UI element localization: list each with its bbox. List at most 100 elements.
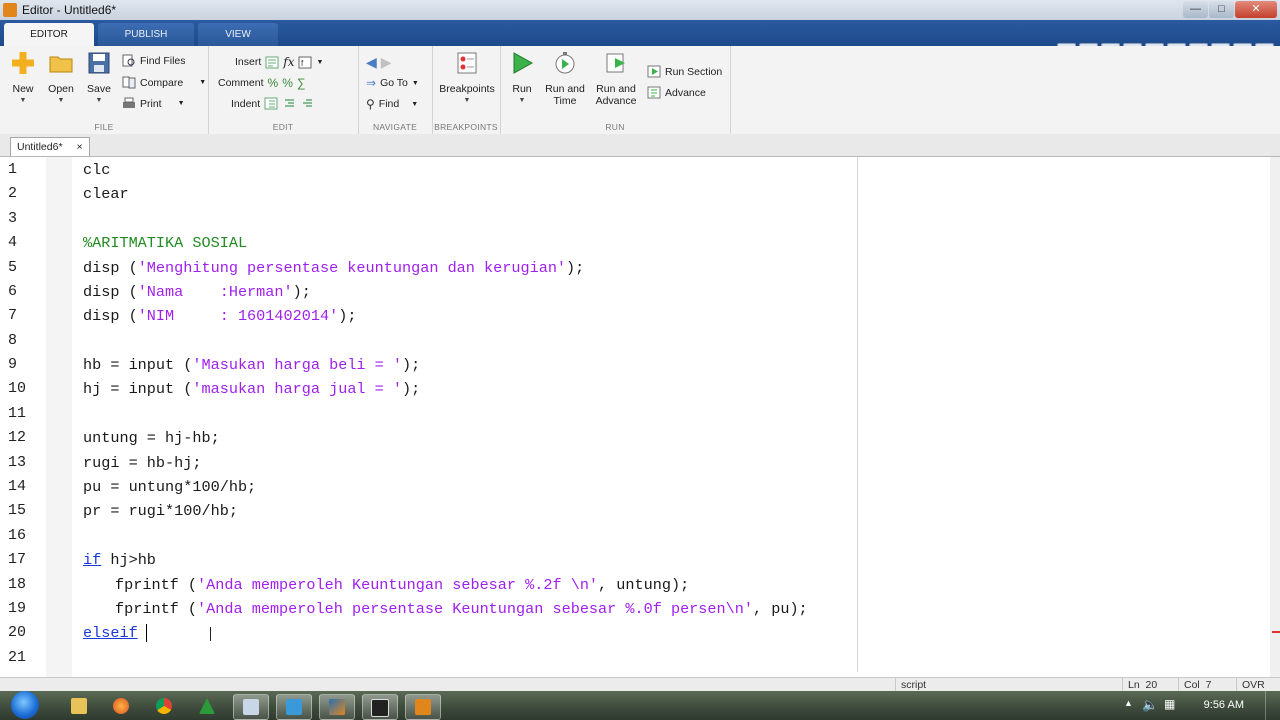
comment-label: Comment (218, 77, 264, 89)
code-line: disp ('Nama :Herman'); (83, 283, 311, 301)
start-button[interactable] (6, 691, 44, 720)
mouse-ibeam-cursor (210, 627, 211, 641)
print-dropdown-icon[interactable]: ▼ (178, 100, 185, 107)
save-button[interactable]: Save ▼ (82, 50, 116, 104)
run-and-time-button[interactable]: Run and Time (544, 50, 586, 107)
run-section-button[interactable]: Run Section (647, 65, 722, 78)
breakpoints-group-label: BREAKPOINTS (434, 122, 498, 132)
comment-button[interactable]: Comment % % ∑ (218, 76, 305, 90)
taskbar-matlab[interactable] (319, 694, 355, 720)
indent-label: Indent (231, 97, 261, 110)
indent-button[interactable]: Indent (231, 97, 314, 110)
warning-marker[interactable] (1272, 631, 1280, 633)
matlab-icon (329, 699, 345, 715)
run-and-advance-label-1: Run and (596, 83, 636, 95)
taskbar-matlab-editor[interactable] (405, 694, 441, 720)
minimize-button[interactable]: — (1183, 1, 1208, 18)
back-arrow-icon[interactable]: ◀ (366, 54, 377, 71)
go-to-dropdown-icon[interactable]: ▼ (412, 80, 419, 87)
taskbar-chrome[interactable] (147, 694, 181, 718)
print-button[interactable]: Print ▼ (122, 97, 185, 110)
code-line-comment: %ARITMATIKA SOSIAL (83, 234, 248, 252)
code-folding-bar[interactable] (46, 157, 72, 677)
taskbar-recorder[interactable] (362, 694, 398, 720)
col-label: Col (1184, 679, 1200, 691)
decrease-indent-icon[interactable] (300, 97, 314, 110)
code-editor[interactable]: 1 2 3 4 5 6 7 8 9 10 11 12 13 14 15 16 1… (0, 157, 1280, 677)
code-line: hj = input ('masukan harga jual = '); (83, 380, 421, 398)
find-dropdown-icon[interactable]: ▼ (411, 101, 418, 108)
increase-indent-icon[interactable] (282, 97, 296, 110)
breakpoints-button[interactable]: Breakpoints ▼ (436, 50, 498, 104)
windows-orb-icon (11, 691, 39, 719)
taskbar-window-switcher[interactable] (233, 694, 269, 720)
run-group-label: RUN (605, 122, 625, 132)
tab-view[interactable]: VIEW (198, 23, 278, 46)
document-tab-bar: Untitled6* × (0, 134, 1280, 157)
code-line: clc (83, 161, 111, 179)
file-group: New ▼ Open ▼ Save ▼ Find Files Compare ▼… (0, 46, 209, 134)
wrap-comments-icon[interactable]: ∑ (297, 76, 306, 90)
code-line: hb = input ('Masukan harga beli = '); (83, 356, 421, 374)
compare-dropdown-icon[interactable]: ▼ (199, 79, 206, 86)
uncomment-icon[interactable]: % (282, 76, 293, 90)
insert-function-button[interactable]: fx (283, 55, 294, 69)
line-number: 2 (8, 185, 18, 202)
code-line: pr = rugi*100/hb; (83, 502, 238, 520)
status-overwrite: OVR (1236, 678, 1280, 692)
tray-expand-icon[interactable]: ▲ (1124, 698, 1133, 708)
taskbar-clock[interactable]: 9:56 AM (1204, 699, 1244, 711)
advance-label: Advance (665, 86, 706, 99)
run-and-advance-button[interactable]: Run and Advance (592, 50, 640, 107)
code-line: elseif (83, 624, 138, 642)
taskbar-firefox[interactable] (104, 694, 138, 718)
new-dropdown-icon[interactable]: ▼ (6, 97, 40, 104)
forward-arrow-icon[interactable]: ▶ (381, 54, 392, 71)
compare-button[interactable]: Compare ▼ (122, 76, 206, 89)
line-number: 6 (8, 283, 18, 300)
taskbar-app-green[interactable] (190, 694, 224, 718)
open-button[interactable]: Open ▼ (44, 50, 78, 104)
go-to-label: Go To (380, 77, 408, 89)
taskbar-explorer[interactable] (62, 694, 96, 718)
code-line: if hj>hb (83, 551, 156, 569)
insert-button[interactable]: Insert fx f ▼ (235, 55, 323, 69)
document-tab-close-icon[interactable]: × (77, 138, 83, 156)
editor-ribbon: New ▼ Open ▼ Save ▼ Find Files Compare ▼… (0, 46, 1280, 135)
find-files-button[interactable]: Find Files (122, 54, 186, 67)
document-tab[interactable]: Untitled6* × (10, 137, 90, 156)
run-dropdown-icon[interactable]: ▼ (506, 97, 538, 104)
breakpoints-icon (457, 52, 477, 74)
tab-editor[interactable]: EDITOR (4, 23, 94, 46)
find-button[interactable]: ⚲ Find ▼ (366, 97, 418, 111)
tab-publish[interactable]: PUBLISH (98, 23, 194, 46)
recorder-icon (371, 699, 389, 717)
network-icon[interactable]: ▦ (1164, 697, 1175, 711)
new-button[interactable]: New ▼ (6, 50, 40, 104)
line-number: 5 (8, 259, 18, 276)
find-files-label: Find Files (140, 54, 186, 67)
show-desktop-button[interactable] (1265, 691, 1280, 720)
save-dropdown-icon[interactable]: ▼ (82, 97, 116, 104)
open-dropdown-icon[interactable]: ▼ (44, 97, 78, 104)
function-browser-icon[interactable]: f (298, 56, 312, 69)
close-window-button[interactable]: ✕ (1235, 1, 1277, 18)
go-to-button[interactable]: ⇒ Go To ▼ (366, 76, 419, 90)
edit-group: Insert fx f ▼ Comment % % ∑ Indent EDIT (208, 46, 359, 134)
window-title: Editor - Untitled6* (22, 3, 117, 17)
system-tray: ▲ 🔈 ▦ (1120, 691, 1280, 720)
maximize-button[interactable]: □ (1209, 1, 1234, 18)
text-caret (146, 624, 147, 642)
insert-dropdown-icon[interactable]: ▼ (316, 59, 323, 66)
windows-taskbar: ▲ 🔈 ▦ 9:56 AM (0, 691, 1280, 720)
comment-percent-icon[interactable]: % (268, 76, 279, 90)
advance-button[interactable]: Advance (647, 86, 706, 99)
breakpoints-dropdown-icon[interactable]: ▼ (436, 97, 498, 104)
smart-indent-icon[interactable] (264, 97, 278, 110)
code-line: untung = hj-hb; (83, 429, 220, 447)
run-button[interactable]: Run ▼ (506, 50, 538, 104)
vertical-scrollbar[interactable] (1270, 157, 1280, 677)
taskbar-media-app[interactable] (276, 694, 312, 720)
volume-icon[interactable]: 🔈 (1142, 697, 1158, 713)
run-and-advance-icon (606, 53, 625, 73)
